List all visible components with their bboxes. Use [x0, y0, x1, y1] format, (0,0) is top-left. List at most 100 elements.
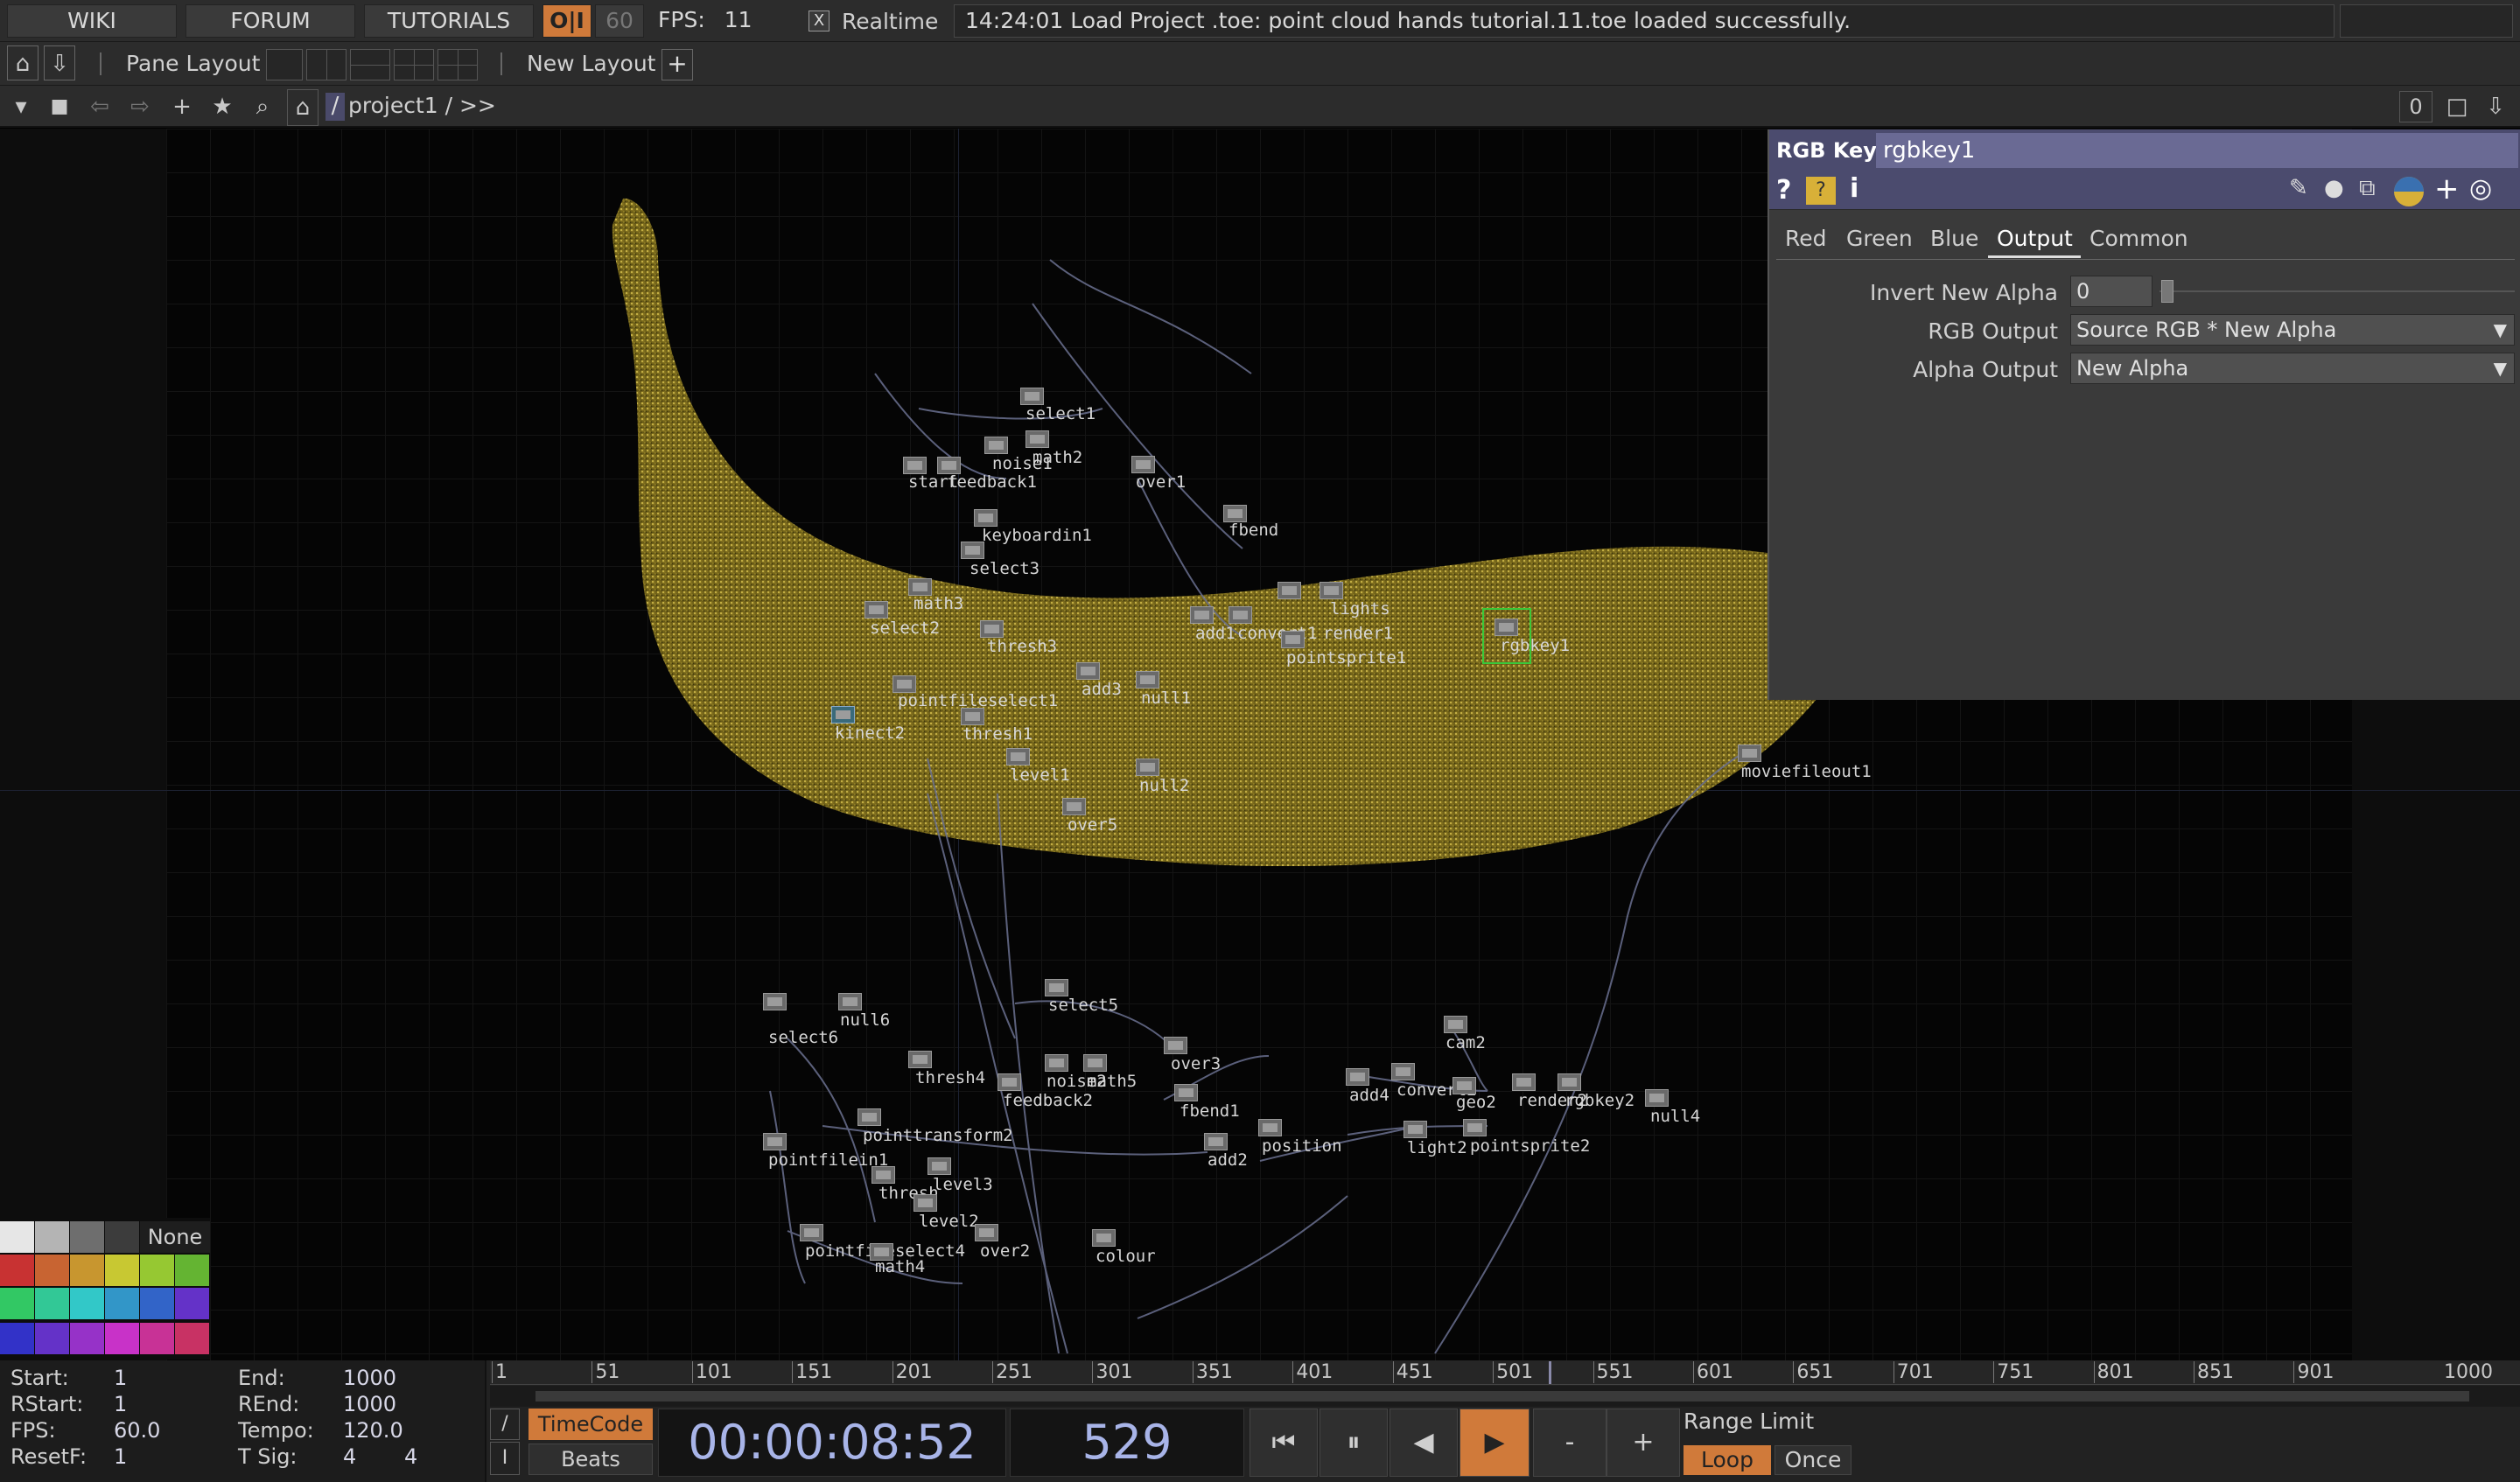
node-pointtransform2[interactable]: [858, 1108, 881, 1126]
node-math3[interactable]: [908, 578, 932, 596]
node-noise1[interactable]: [984, 437, 1008, 454]
node-pointfileselect1[interactable]: [892, 675, 916, 693]
loop-button[interactable]: Loop: [1684, 1445, 1771, 1475]
maximize-pane-icon[interactable]: □: [2440, 89, 2474, 124]
node-convert2[interactable]: [1391, 1063, 1415, 1080]
node-render2[interactable]: [1512, 1073, 1536, 1091]
add-layout-button[interactable]: +: [662, 49, 693, 80]
palette-swatch[interactable]: [0, 1288, 34, 1319]
node-thresh1[interactable]: [961, 708, 984, 725]
node-math5[interactable]: [1083, 1054, 1107, 1072]
download-icon[interactable]: ⇩: [2478, 89, 2513, 124]
palette-swatch[interactable]: [70, 1323, 104, 1354]
clone-icon[interactable]: ⧉: [2359, 175, 2376, 202]
node-feedback1[interactable]: [937, 457, 961, 474]
node-rgbkey1[interactable]: [1494, 619, 1518, 636]
invert-new-alpha-slider-handle[interactable]: [2161, 280, 2174, 303]
node-colour[interactable]: [1092, 1229, 1116, 1247]
node-keyboardin1[interactable]: [974, 509, 998, 527]
tsig-denominator[interactable]: 4: [404, 1444, 417, 1469]
wiki-button[interactable]: WIKI: [7, 4, 177, 38]
alpha-output-dropdown[interactable]: New Alpha ▼: [2070, 353, 2515, 384]
palette-swatch[interactable]: [0, 1221, 34, 1253]
node-select1[interactable]: [1020, 388, 1044, 405]
palette-swatch[interactable]: [140, 1255, 174, 1286]
plus-icon[interactable]: +: [2434, 171, 2460, 206]
node-add4[interactable]: [1346, 1068, 1369, 1086]
node-level3[interactable]: [928, 1157, 951, 1175]
layout-split-vertical-icon[interactable]: [306, 49, 346, 80]
node-over1[interactable]: [1131, 456, 1155, 473]
node-noise2[interactable]: [1045, 1054, 1068, 1072]
python-help-icon[interactable]: ?: [1806, 177, 1836, 205]
timecode-button[interactable]: TimeCode: [528, 1409, 653, 1440]
node-null6[interactable]: [838, 993, 862, 1010]
resetf-value[interactable]: 1: [114, 1444, 127, 1469]
node-convert1[interactable]: [1228, 606, 1252, 624]
forum-button[interactable]: FORUM: [186, 4, 355, 38]
palette-swatch[interactable]: [0, 1323, 34, 1354]
node-select6[interactable]: [763, 993, 787, 1010]
invert-new-alpha-slider-track[interactable]: [2160, 290, 2515, 292]
layout-split-horizontal-icon[interactable]: [350, 49, 390, 80]
palette-swatch[interactable]: [70, 1288, 104, 1319]
palette-none-button[interactable]: None: [140, 1221, 210, 1253]
stop-icon[interactable]: ■: [44, 89, 75, 124]
palette-swatch[interactable]: [140, 1288, 174, 1319]
node-fbend1[interactable]: [1174, 1084, 1198, 1101]
forward-arrow-icon[interactable]: ⇨: [124, 89, 156, 124]
playhead-marker[interactable]: [1549, 1361, 1552, 1384]
new-layout-label[interactable]: New Layout: [527, 51, 655, 76]
node-null2[interactable]: [1136, 758, 1159, 776]
palette-swatch[interactable]: [175, 1255, 209, 1286]
node-math2[interactable]: [1026, 430, 1049, 448]
node-add3[interactable]: [1076, 662, 1100, 680]
end-value[interactable]: 1000: [343, 1366, 396, 1390]
layout-quad-icon[interactable]: [438, 49, 478, 80]
play-icon[interactable]: ▶: [1460, 1409, 1530, 1477]
node-thresh4[interactable]: [908, 1051, 932, 1068]
palette-swatch[interactable]: [0, 1255, 34, 1286]
node-over3[interactable]: [1164, 1037, 1187, 1054]
tab-blue[interactable]: Blue: [1930, 226, 1978, 251]
search-icon[interactable]: ⌕: [247, 89, 278, 124]
layout-three-icon[interactable]: [394, 49, 434, 80]
node-lights[interactable]: [1320, 582, 1343, 599]
time-slash-icon[interactable]: /: [490, 1409, 520, 1440]
node-pointsprite1[interactable]: [1281, 631, 1305, 648]
node-position[interactable]: [1258, 1119, 1282, 1136]
node-select3[interactable]: [961, 542, 984, 559]
tutorials-button[interactable]: TUTORIALS: [364, 4, 534, 38]
comment-icon[interactable]: ●: [2324, 175, 2344, 201]
step-back-icon[interactable]: ◀: [1390, 1409, 1458, 1477]
node-feedback2[interactable]: [998, 1073, 1021, 1091]
tab-red[interactable]: Red: [1785, 226, 1827, 251]
tempo-value[interactable]: 120.0: [343, 1418, 403, 1443]
timecode-display[interactable]: 00:00:08:52: [658, 1409, 1006, 1477]
network-path[interactable]: project1 / >>: [348, 93, 496, 118]
palette-swatch[interactable]: [70, 1221, 104, 1253]
perform-toggle-button[interactable]: O|I: [542, 4, 592, 38]
palette-swatch[interactable]: [140, 1323, 174, 1354]
palette-swatch[interactable]: [175, 1288, 209, 1319]
tab-green[interactable]: Green: [1846, 226, 1913, 251]
tab-common[interactable]: Common: [2090, 226, 2188, 251]
frame-display[interactable]: 529: [1010, 1409, 1244, 1477]
node-thresh[interactable]: [872, 1166, 895, 1184]
timeline-scroll-thumb[interactable]: [536, 1391, 2469, 1402]
invert-new-alpha-field[interactable]: 0: [2070, 276, 2152, 307]
node-pointsprite2[interactable]: [1463, 1119, 1487, 1136]
palette-swatch[interactable]: [105, 1255, 139, 1286]
node-thresh3[interactable]: [980, 620, 1004, 638]
rend-value[interactable]: 1000: [343, 1392, 396, 1416]
bookmark-star-icon[interactable]: ★: [206, 89, 238, 124]
palette-swatch[interactable]: [35, 1288, 69, 1319]
add-node-icon[interactable]: +: [166, 89, 198, 124]
help-icon[interactable]: ?: [1776, 175, 1791, 206]
palette-swatch[interactable]: [35, 1255, 69, 1286]
palette-swatch[interactable]: [35, 1221, 69, 1253]
fps-setting-value[interactable]: 60.0: [114, 1418, 160, 1443]
node-over5[interactable]: [1062, 798, 1086, 815]
node-null4[interactable]: [1645, 1089, 1669, 1107]
target-icon[interactable]: ◎: [2469, 173, 2492, 204]
